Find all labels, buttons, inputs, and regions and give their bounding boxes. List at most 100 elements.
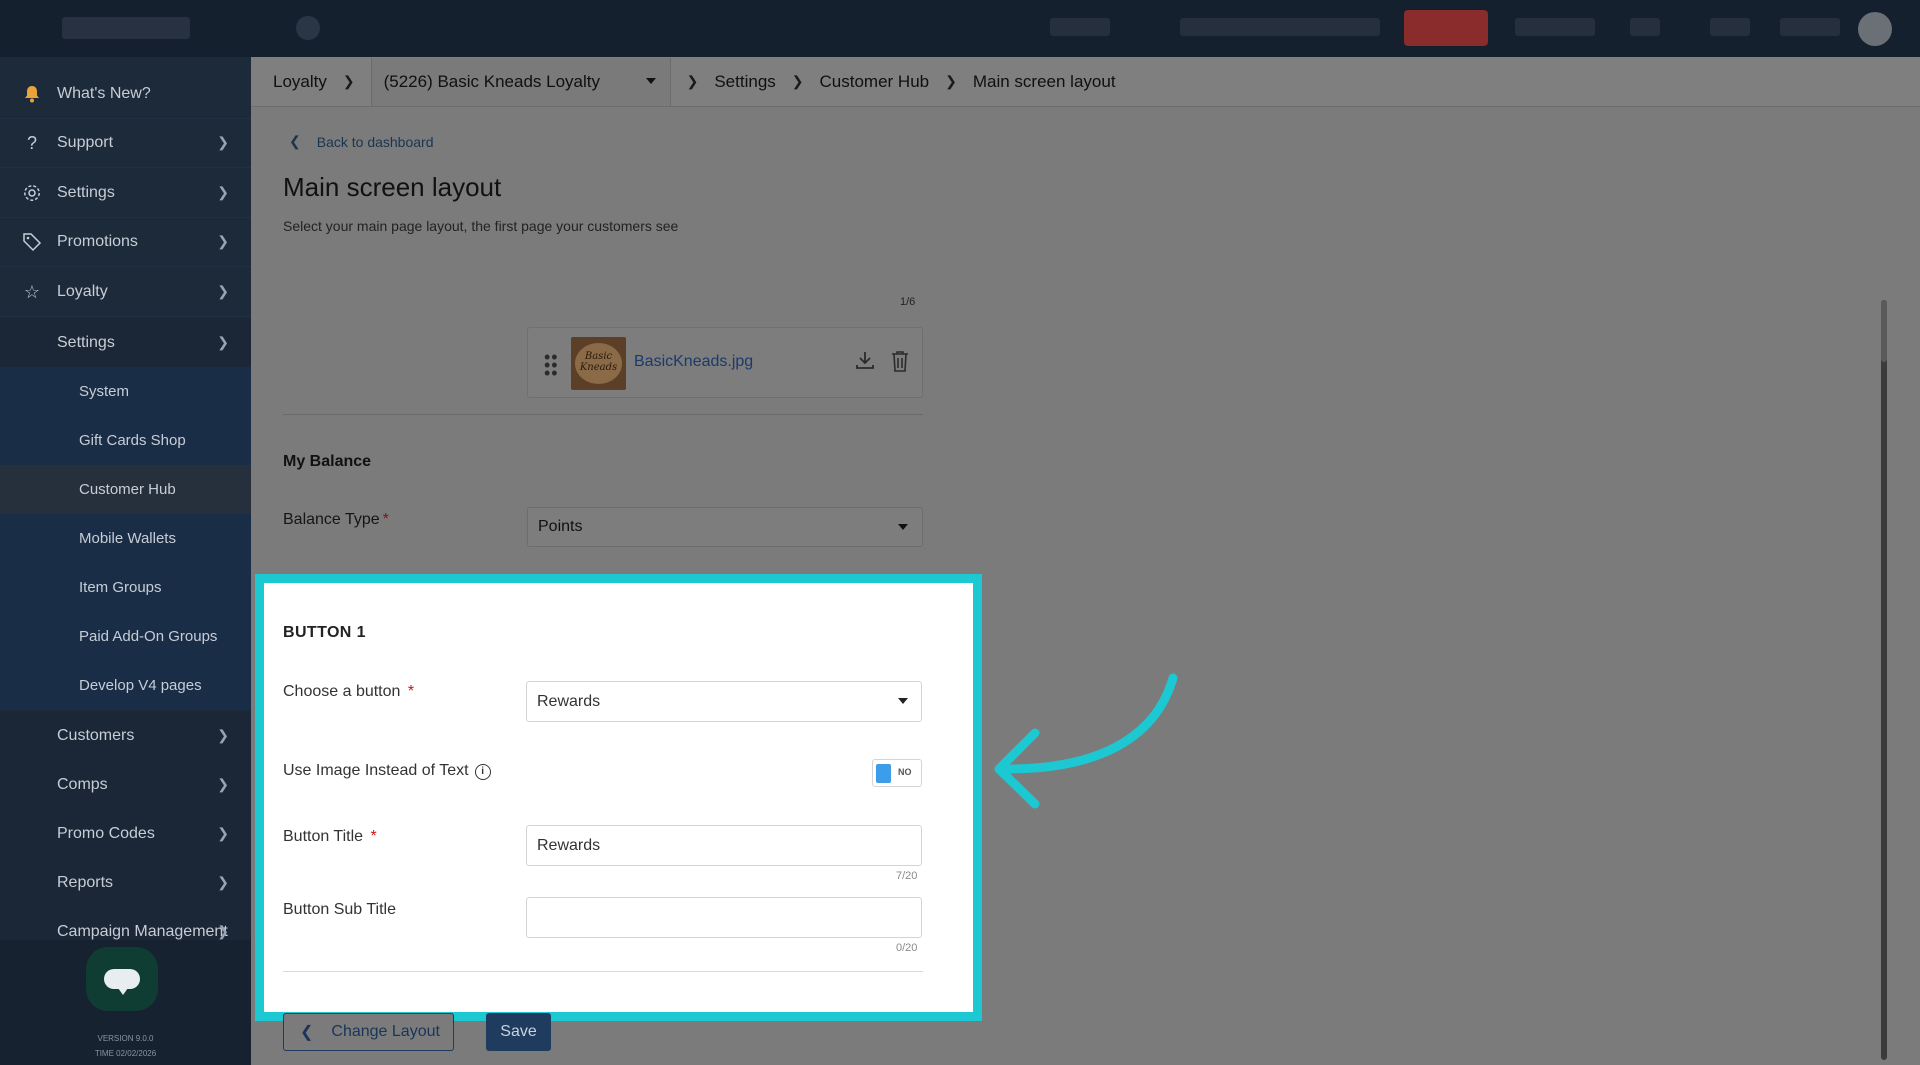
version-info: VERSION 9.0.0 TIME 02/02/2026 — [0, 1031, 251, 1061]
chevron-right-icon: ❯ — [945, 73, 957, 89]
chevron-right-icon: ❯ — [217, 233, 229, 249]
button-title-counter: 7/20 — [896, 870, 918, 882]
chevron-right-icon: ❯ — [342, 73, 355, 89]
breadcrumb-customer-hub[interactable]: Customer Hub — [814, 72, 936, 92]
top-bar-notifications[interactable] — [1515, 18, 1595, 36]
button-sub-title-input[interactable] — [526, 897, 922, 938]
uploaded-file-card: •• •• •• Basic Kneads BasicKneads.jpg — [527, 327, 923, 398]
page-subtitle: Select your main page layout, the first … — [283, 218, 679, 234]
required-marker: * — [403, 683, 415, 700]
breadcrumb-current: Main screen layout — [972, 71, 1116, 91]
sidebar-item-label: Campaign Management — [57, 922, 228, 940]
use-image-label: Use Image Instead of Text i — [283, 762, 491, 780]
button-sub-title-label: Button Sub Title — [283, 901, 396, 918]
choose-button-select[interactable]: Rewards — [526, 681, 922, 722]
button-title-input[interactable]: Rewards — [526, 825, 922, 866]
annotation-arrow-icon — [994, 673, 1178, 809]
button-1-highlight-panel: BUTTON 1 Choose a button * Rewards Use I… — [255, 574, 982, 1021]
drag-handle-icon[interactable]: •• •• •• — [544, 348, 558, 382]
thumbnail-logo-text: Basic Kneads — [579, 351, 618, 373]
image-counter: 1/6 — [900, 296, 916, 308]
sidebar-item-item-groups[interactable]: Item Groups — [0, 563, 251, 612]
sidebar-item-comps[interactable]: Comps ❯ — [0, 760, 251, 809]
sidebar-item-label: Develop V4 pages — [79, 677, 202, 694]
scrollbar[interactable] — [1881, 300, 1887, 1060]
top-bar-user-icon[interactable] — [1630, 18, 1660, 36]
sidebar-item-label: Settings — [57, 333, 115, 351]
top-bar-location[interactable] — [1180, 18, 1380, 36]
sidebar-item-label: Promo Codes — [57, 824, 155, 842]
chevron-right-icon: ❯ — [217, 727, 229, 743]
chat-bubble-icon — [104, 969, 140, 995]
caret-down-icon — [898, 698, 908, 704]
menu-toggle-icon[interactable] — [296, 16, 320, 40]
sidebar-item-promotions[interactable]: Promotions ❯ — [0, 218, 251, 267]
sidebar-item-label: Item Groups — [79, 579, 162, 596]
chevron-right-icon: ❯ — [686, 73, 699, 89]
sidebar-item-paid-add-on-groups[interactable]: Paid Add-On Groups — [0, 612, 251, 661]
button-title-value: Rewards — [537, 836, 601, 854]
sidebar-item-develop-v4-pages[interactable]: Develop V4 pages — [0, 661, 251, 710]
chevron-right-icon: ❯ — [217, 874, 229, 890]
sidebar-item-settings[interactable]: Settings ❯ — [0, 169, 251, 218]
top-bar-username[interactable] — [1780, 18, 1840, 36]
breadcrumb-settings[interactable]: Settings — [708, 72, 781, 92]
chevron-right-icon: ❯ — [217, 134, 229, 150]
choose-button-label-text: Choose a button — [283, 683, 401, 700]
breadcrumb-loyalty[interactable]: Loyalty — [267, 72, 333, 92]
choose-button-value: Rewards — [537, 692, 601, 710]
trash-icon[interactable] — [890, 350, 910, 372]
chat-button[interactable] — [86, 947, 158, 1011]
gear-icon — [21, 182, 43, 204]
sidebar-item-label: Loyalty — [57, 283, 108, 300]
back-to-dashboard-link[interactable]: ❮ Back to dashboard — [289, 133, 433, 150]
sidebar-item-reports[interactable]: Reports ❯ — [0, 858, 251, 907]
section-divider — [283, 971, 923, 972]
chevron-right-icon: ❯ — [217, 825, 229, 841]
caret-down-icon — [645, 77, 656, 84]
sidebar-item-mobile-wallets[interactable]: Mobile Wallets — [0, 514, 251, 563]
sidebar-item-loyalty[interactable]: ☆ Loyalty ❯ — [0, 268, 251, 317]
sidebar-item-label: Settings — [57, 184, 115, 201]
required-marker: * — [366, 828, 377, 845]
use-image-toggle[interactable]: NO — [872, 759, 922, 787]
star-icon: ☆ — [23, 281, 41, 302]
sidebar-item-label: Comps — [57, 775, 108, 793]
sidebar-item-promo-codes[interactable]: Promo Codes ❯ — [0, 809, 251, 858]
save-button[interactable]: Save — [486, 1013, 551, 1051]
change-layout-button[interactable]: ❮ Change Layout — [283, 1013, 454, 1051]
caret-down-icon — [898, 524, 908, 530]
sidebar-item-system[interactable]: System — [0, 367, 251, 416]
top-bar-link[interactable] — [1050, 18, 1110, 36]
sidebar-item-whats-new[interactable]: What's New? — [0, 70, 251, 119]
sidebar-item-customers[interactable]: Customers ❯ — [0, 711, 251, 760]
my-balance-heading: My Balance — [283, 453, 372, 470]
chevron-right-icon: ❯ — [791, 73, 804, 89]
button-sub-title-counter: 0/20 — [896, 942, 918, 954]
top-bar-account[interactable] — [1710, 18, 1750, 36]
sidebar-item-label: Gift Cards Shop — [79, 432, 186, 449]
sidebar-item-label: Reports — [57, 873, 114, 891]
sidebar-item-label: Promotions — [57, 233, 138, 250]
info-icon[interactable]: i — [474, 764, 491, 780]
choose-button-label: Choose a button * — [283, 683, 414, 701]
avatar[interactable] — [1858, 12, 1892, 46]
file-name-link[interactable]: BasicKneads.jpg — [634, 353, 753, 371]
required-marker: * — [382, 511, 389, 528]
top-bar-alert-button[interactable] — [1404, 10, 1488, 46]
sidebar-item-label: System — [79, 383, 130, 400]
app-logo — [62, 17, 190, 39]
sidebar-item-label: What's New? — [57, 85, 151, 102]
program-select[interactable]: (5226) Basic Kneads Loyalty — [370, 57, 671, 106]
tag-icon — [21, 231, 43, 253]
download-icon[interactable] — [855, 350, 875, 370]
sidebar-item-gift-cards-shop[interactable]: Gift Cards Shop — [0, 416, 251, 465]
sidebar-item-customer-hub[interactable]: Customer Hub — [0, 465, 251, 514]
version-label: VERSION 9.0.0 — [97, 1034, 154, 1043]
balance-type-select[interactable]: Points — [527, 507, 923, 547]
sidebar-item-loyalty-settings[interactable]: Settings ❯ — [0, 318, 251, 367]
time-label: TIME 02/02/2026 — [94, 1049, 157, 1058]
question-icon: ? — [26, 132, 37, 153]
balance-type-label: Balance Type * — [283, 511, 389, 529]
sidebar-item-support[interactable]: ? Support ❯ — [0, 119, 251, 168]
